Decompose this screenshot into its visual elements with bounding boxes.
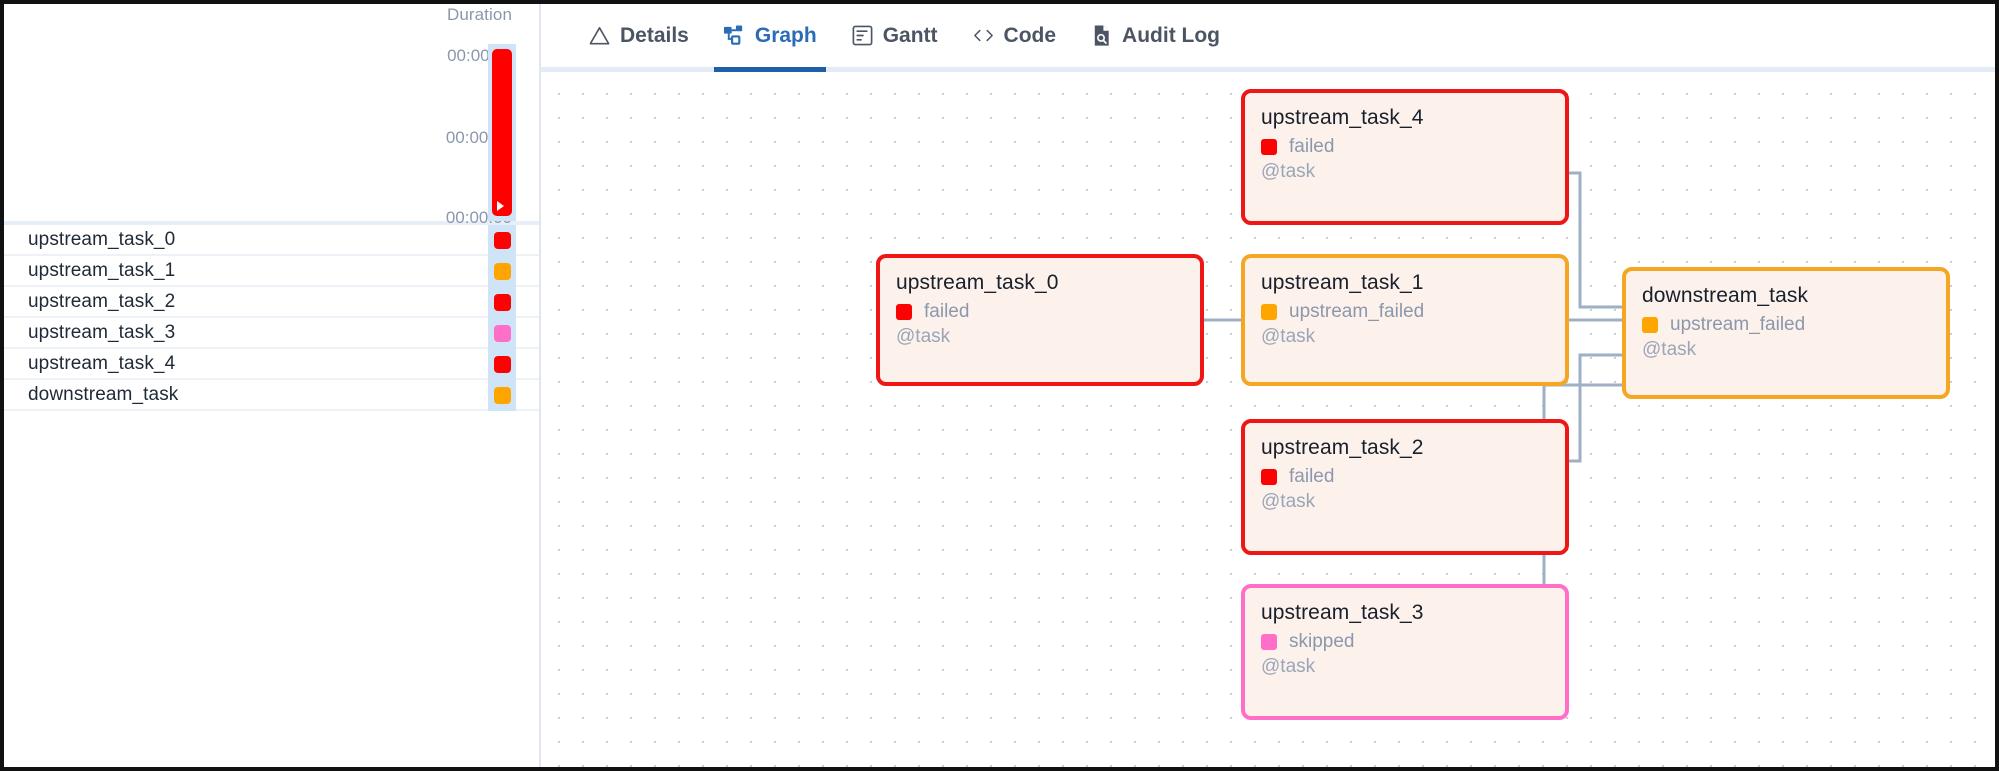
task-list-panel: Duration 00:00:11 00:00:05 00:00:00 upst… xyxy=(4,4,541,767)
task-row-label: upstream_task_1 xyxy=(28,259,176,281)
graph-node-state: failed xyxy=(896,301,1184,323)
task-row-status-cell[interactable] xyxy=(488,225,516,256)
task-row-label: downstream_task xyxy=(28,383,179,405)
dag-detail-panel: Details Graph Gantt Code Audit Log upstream_… xyxy=(541,4,1995,767)
status-badge xyxy=(1261,468,1277,485)
tab-bar: Details Graph Gantt Code Audit Log xyxy=(541,4,1995,72)
duration-bar-column[interactable] xyxy=(488,44,516,221)
tab-label: Details xyxy=(620,23,689,47)
duration-bar-marker-icon xyxy=(497,201,504,211)
graph-nodes-icon xyxy=(723,24,746,47)
status-badge xyxy=(1261,303,1277,320)
graph-node-state: upstream_failed xyxy=(1642,314,1930,336)
task-row-status-cell[interactable] xyxy=(488,380,516,411)
graph-node-kind: @task xyxy=(1261,325,1316,347)
duration-bar[interactable] xyxy=(492,49,512,216)
graph-node-kind: @task xyxy=(1261,655,1316,677)
task-row-label: upstream_task_2 xyxy=(28,290,176,312)
status-badge xyxy=(493,356,511,373)
task-rows: upstream_task_0 upstream_task_1 upstream_t… xyxy=(4,225,539,411)
graph-node-state-label: failed xyxy=(924,300,970,322)
task-row[interactable]: upstream_task_2 xyxy=(4,287,539,318)
status-badge xyxy=(1642,316,1658,333)
status-badge xyxy=(493,387,511,404)
status-badge xyxy=(896,303,912,320)
graph-node[interactable]: upstream_task_4failed @task xyxy=(1241,89,1569,225)
graph-node-state-label: failed xyxy=(1289,465,1335,487)
tab-code[interactable]: Code xyxy=(955,4,1074,67)
graph-edge xyxy=(1569,171,1622,309)
task-row[interactable]: upstream_task_1 xyxy=(4,256,539,287)
tab-label: Audit Log xyxy=(1122,23,1221,47)
tab-label: Code xyxy=(1003,23,1057,47)
graph-node[interactable]: upstream_task_3skipped @task xyxy=(1241,584,1569,720)
graph-node-state: failed xyxy=(1261,136,1549,158)
graph-node-title: upstream_task_4 xyxy=(1261,106,1424,129)
graph-node-kind: @task xyxy=(896,325,951,347)
duration-chart: Duration 00:00:11 00:00:05 00:00:00 xyxy=(4,4,539,227)
document-search-icon xyxy=(1090,24,1113,47)
graph-node-title: downstream_task xyxy=(1642,284,1809,307)
tab-label: Graph xyxy=(754,23,817,47)
graph-node-state-label: upstream_failed xyxy=(1289,300,1425,322)
task-row-label: upstream_task_4 xyxy=(28,352,176,374)
tab-details[interactable]: Details xyxy=(571,4,706,67)
task-row-status-cell[interactable] xyxy=(488,256,516,287)
graph-node-state-label: failed xyxy=(1289,135,1335,157)
graph-node[interactable]: upstream_task_1 upstream_failed @task xyxy=(1241,254,1569,386)
task-row-label: upstream_task_3 xyxy=(28,321,176,343)
tab-gantt[interactable]: Gantt xyxy=(834,4,955,67)
task-row-status-cell[interactable] xyxy=(488,349,516,380)
graph-node[interactable]: upstream_task_0failed @task xyxy=(876,254,1204,386)
status-badge xyxy=(493,325,511,342)
task-row[interactable]: upstream_task_0 xyxy=(4,225,539,256)
task-row-label: upstream_task_0 xyxy=(28,228,176,250)
task-row-status-cell[interactable] xyxy=(488,287,516,318)
graph-node-state: skipped xyxy=(1261,631,1549,653)
graph-edge xyxy=(1569,353,1622,463)
code-brackets-icon xyxy=(972,24,995,47)
warning-triangle-icon xyxy=(588,24,611,47)
graph-canvas[interactable]: upstream_task_4 failed @task upstream_task_… xyxy=(541,72,1995,767)
status-badge xyxy=(493,232,511,249)
graph-node-state-label: skipped xyxy=(1289,630,1355,652)
tab-label: Gantt xyxy=(882,23,938,47)
task-row[interactable]: downstream_task xyxy=(4,380,539,411)
gantt-chart-icon xyxy=(851,24,874,47)
graph-node[interactable]: upstream_task_2failed @task xyxy=(1241,419,1569,555)
graph-node-state: failed xyxy=(1261,466,1549,488)
graph-node-kind: @task xyxy=(1261,160,1316,182)
task-row[interactable]: upstream_task_3 xyxy=(4,318,539,349)
tab-graph[interactable]: Graph xyxy=(706,4,834,72)
status-badge xyxy=(493,263,511,280)
status-badge xyxy=(493,294,511,311)
tab-audit-log[interactable]: Audit Log xyxy=(1073,4,1237,67)
duration-chart-title: Duration xyxy=(446,5,512,24)
graph-node[interactable]: downstream_task upstream_failed @task xyxy=(1622,267,1950,399)
status-badge xyxy=(1261,633,1277,650)
task-row[interactable]: upstream_task_4 xyxy=(4,349,539,380)
graph-node-state: upstream_failed xyxy=(1261,301,1549,323)
graph-node-title: upstream_task_1 xyxy=(1261,271,1424,294)
graph-node-title: upstream_task_3 xyxy=(1261,601,1424,624)
airflow-dag-window: Duration 00:00:11 00:00:05 00:00:00 upst… xyxy=(0,0,1999,771)
graph-node-title: upstream_task_0 xyxy=(896,271,1059,294)
status-badge xyxy=(1261,138,1277,155)
graph-node-state-label: upstream_failed xyxy=(1670,313,1806,335)
graph-node-title: upstream_task_2 xyxy=(1261,436,1424,459)
graph-node-kind: @task xyxy=(1642,338,1697,360)
graph-node-kind: @task xyxy=(1261,490,1316,512)
task-row-status-cell[interactable] xyxy=(488,318,516,349)
